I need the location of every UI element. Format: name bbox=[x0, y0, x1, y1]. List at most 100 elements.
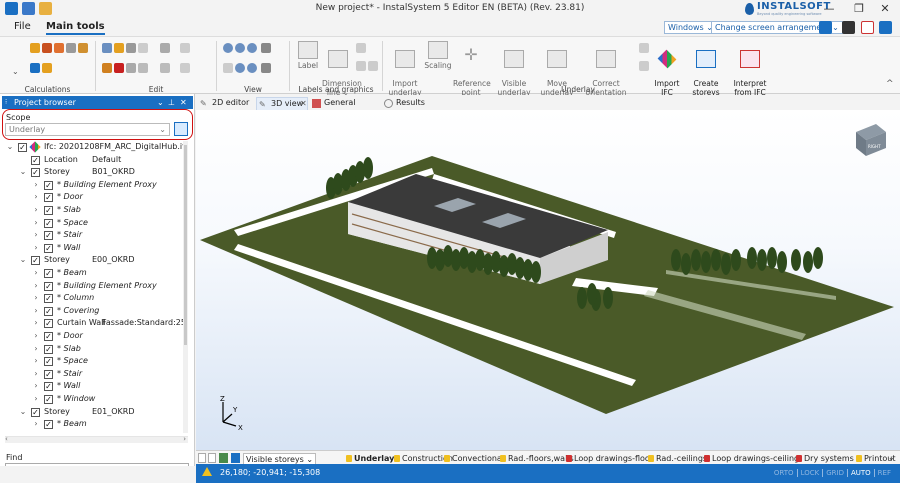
zoom-extents-icon[interactable] bbox=[247, 63, 257, 73]
tab-3d-view[interactable]: ✎ 3D view ✕ bbox=[256, 97, 308, 110]
scope-settings-button[interactable] bbox=[174, 122, 188, 136]
duplicate-icon[interactable] bbox=[126, 43, 136, 53]
tree-row[interactable]: › ✓ * Slab bbox=[0, 204, 186, 217]
expand-right-icon[interactable]: › bbox=[32, 191, 40, 204]
settings-icon[interactable] bbox=[160, 43, 170, 53]
layers-chevron-icon[interactable]: ⌄ bbox=[888, 453, 895, 462]
tree-checkbox[interactable]: ✓ bbox=[44, 395, 53, 404]
tree-row[interactable]: › ✓ * Wall bbox=[0, 242, 186, 255]
align-icon[interactable] bbox=[180, 63, 190, 73]
cut-icon[interactable] bbox=[102, 63, 112, 73]
tab-general-data[interactable]: General data bbox=[310, 97, 376, 119]
3d-viewport[interactable]: Z X Y RIGHT bbox=[196, 110, 900, 450]
view-menu-icon[interactable] bbox=[261, 43, 271, 53]
label-button[interactable]: Label bbox=[294, 41, 322, 70]
tree-checkbox[interactable]: ✓ bbox=[44, 369, 53, 379]
scroll-right-icon[interactable]: › bbox=[183, 435, 186, 443]
layer-toggle[interactable]: Convectional bbox=[444, 453, 504, 464]
tree-row[interactable]: › ✓ * Window bbox=[0, 393, 186, 406]
tree-checkbox[interactable]: ✓ bbox=[44, 231, 53, 241]
layer-toggle[interactable]: Loop drawings-ceiling bbox=[704, 453, 799, 464]
tree-checkbox[interactable]: ✓ bbox=[31, 407, 40, 417]
tree-checkbox[interactable]: ✓ bbox=[44, 243, 53, 253]
calc-icon[interactable] bbox=[30, 63, 40, 73]
tab-results[interactable]: Results bbox=[382, 97, 432, 110]
zoom-in-icon[interactable] bbox=[223, 43, 233, 53]
layer-toggle[interactable]: Loop drawings-floor bbox=[566, 453, 653, 464]
ribbon-collapse-icon[interactable]: ^ bbox=[886, 79, 894, 89]
tree-row[interactable]: › ✓ * Building Element Proxy bbox=[0, 280, 186, 293]
calc-icon[interactable] bbox=[30, 43, 40, 53]
mode-ref[interactable]: REF bbox=[873, 469, 894, 477]
tree-row[interactable]: › ✓ * Beam bbox=[0, 418, 186, 431]
tree-checkbox[interactable]: ✓ bbox=[44, 332, 53, 341]
tree-checkbox[interactable]: ✓ bbox=[44, 382, 53, 392]
tree-checkbox[interactable]: ✓ bbox=[18, 143, 27, 152]
pin-icon[interactable]: ⊥ bbox=[168, 96, 175, 109]
expand-right-icon[interactable]: › bbox=[32, 431, 40, 433]
tree-row[interactable]: › ✓ * Building Element Proxy bbox=[0, 179, 186, 192]
rotate-icon[interactable] bbox=[138, 63, 148, 73]
scroll-left-icon[interactable]: ‹ bbox=[5, 435, 8, 443]
tree-row[interactable]: › ✓ Curtain WallFassade:Standard:254280 bbox=[0, 317, 186, 330]
copy-icon[interactable] bbox=[102, 43, 112, 53]
tree-row[interactable]: › ✓ * Stair bbox=[0, 368, 186, 381]
tree-checkbox[interactable]: ✓ bbox=[44, 193, 53, 203]
pan-icon[interactable] bbox=[223, 63, 233, 73]
tree-checkbox[interactable]: ✓ bbox=[44, 294, 53, 304]
tree-checkbox[interactable]: ✓ bbox=[44, 357, 53, 367]
expand-right-icon[interactable]: › bbox=[32, 355, 40, 368]
layer-up-icon[interactable] bbox=[198, 453, 206, 463]
tree-row[interactable]: › ✓ * Space bbox=[0, 355, 186, 368]
tree-checkbox[interactable]: ✓ bbox=[44, 218, 53, 228]
tree-checkbox[interactable]: ✓ bbox=[44, 344, 53, 354]
layer-toggle[interactable]: Underlay bbox=[346, 453, 394, 464]
tree-row[interactable]: › ✓ * Stair bbox=[0, 229, 186, 242]
warning-icon[interactable] bbox=[202, 467, 212, 476]
mode-auto[interactable]: AUTO bbox=[846, 469, 874, 477]
help-icon[interactable] bbox=[879, 21, 892, 34]
underlay-tool-icon[interactable] bbox=[639, 43, 649, 53]
scroll-thumb[interactable] bbox=[184, 145, 187, 345]
move-icon[interactable] bbox=[126, 63, 136, 73]
tree-row[interactable]: › ✓ * Slab bbox=[0, 343, 186, 356]
palette-icon[interactable] bbox=[861, 21, 874, 34]
3d-scene[interactable]: Z X Y RIGHT bbox=[196, 110, 900, 450]
layout-icon[interactable] bbox=[819, 21, 832, 34]
close-button[interactable]: ✕ bbox=[870, 1, 900, 17]
scaling-button[interactable]: Scaling bbox=[423, 41, 453, 70]
project-tree[interactable]: ⌄ ✓ Ifc: 20201208FM_ARC_DigitalHub.ifc ✓ Loc… bbox=[0, 141, 186, 433]
expand-right-icon[interactable]: › bbox=[32, 343, 40, 356]
expand-right-icon[interactable]: › bbox=[32, 418, 40, 431]
zoom-all-icon[interactable] bbox=[235, 63, 245, 73]
tree-row[interactable]: ✓ Location Default bbox=[0, 154, 186, 167]
view-options-icon[interactable] bbox=[261, 63, 271, 73]
tree-row[interactable]: ⌄ ✓ Storey E01_OKRD bbox=[0, 406, 186, 419]
expand-right-icon[interactable]: › bbox=[32, 204, 40, 217]
tree-checkbox[interactable]: ✓ bbox=[44, 306, 53, 316]
menu-file[interactable]: File bbox=[14, 21, 31, 32]
tree-row[interactable]: ⌄ ✓ Storey B01_OKRD bbox=[0, 166, 186, 179]
calc-icon[interactable] bbox=[42, 63, 52, 73]
expand-right-icon[interactable]: › bbox=[32, 242, 40, 255]
expand-down-icon[interactable]: ⌄ bbox=[19, 406, 27, 419]
tree-row[interactable]: ⌄ ✓ Storey E00_OKRD bbox=[0, 254, 186, 267]
tree-row[interactable]: › ✓ * Space bbox=[0, 217, 186, 230]
expand-right-icon[interactable]: › bbox=[32, 380, 40, 393]
tree-checkbox[interactable]: ✓ bbox=[31, 168, 40, 178]
view-cube[interactable]: RIGHT bbox=[856, 124, 886, 156]
paste-icon[interactable] bbox=[114, 43, 124, 53]
tree-row[interactable]: › ✓ * Door bbox=[0, 191, 186, 204]
expand-right-icon[interactable]: › bbox=[32, 292, 40, 305]
expand-down-icon[interactable]: ⌄ bbox=[19, 166, 27, 179]
calc-icon[interactable] bbox=[66, 43, 76, 53]
layers-icon[interactable] bbox=[219, 453, 228, 463]
tree-checkbox[interactable]: ✓ bbox=[44, 281, 53, 291]
expand-down-icon[interactable]: ⌄ bbox=[6, 141, 14, 154]
tree-row[interactable]: › ✓ * Beam bbox=[0, 267, 186, 280]
select-icon[interactable] bbox=[138, 43, 148, 53]
calc-icon[interactable] bbox=[42, 43, 52, 53]
expand-right-icon[interactable]: › bbox=[32, 368, 40, 381]
text-style-icon[interactable] bbox=[356, 43, 366, 53]
expand-right-icon[interactable]: › bbox=[32, 393, 40, 406]
